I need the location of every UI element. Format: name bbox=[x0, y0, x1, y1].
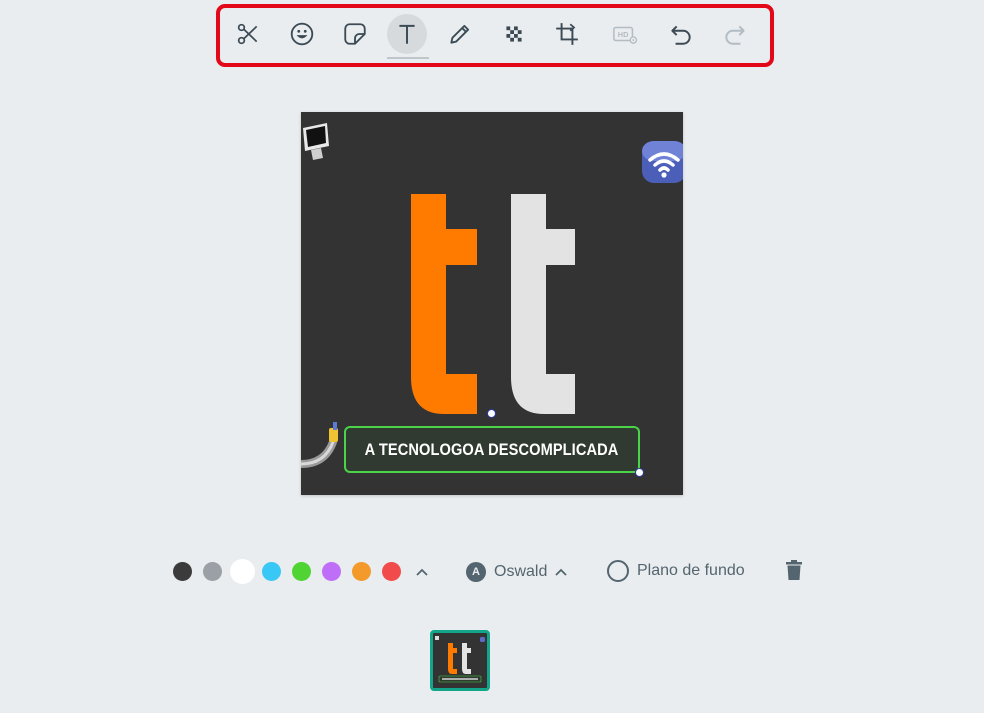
font-badge-icon: A bbox=[466, 562, 486, 582]
rotate-handle[interactable] bbox=[487, 409, 496, 418]
trash-icon[interactable] bbox=[784, 559, 804, 581]
color-swatch-blue[interactable] bbox=[262, 562, 281, 581]
toolbar-highlight-box bbox=[216, 4, 774, 67]
thumbnail-preview bbox=[435, 636, 485, 683]
wifi-sticker bbox=[642, 141, 683, 183]
color-swatch-white[interactable] bbox=[230, 559, 255, 584]
color-swatch-purple[interactable] bbox=[322, 562, 341, 581]
color-swatch-orange[interactable] bbox=[352, 562, 371, 581]
resize-handle[interactable] bbox=[635, 468, 644, 477]
chevron-up-icon[interactable] bbox=[414, 564, 430, 580]
chevron-up-icon bbox=[555, 568, 567, 576]
image-thumbnail[interactable] bbox=[430, 630, 490, 691]
color-swatch-green[interactable] bbox=[292, 562, 311, 581]
image-canvas[interactable]: A TECNOLOGOA DESCOMPLICADA bbox=[301, 112, 683, 495]
computer-sticker bbox=[303, 123, 329, 160]
satellite-antenna-sticker bbox=[301, 422, 338, 468]
font-selector[interactable]: A Oswald bbox=[466, 561, 569, 583]
text-overlay[interactable]: A TECNOLOGOA DESCOMPLICADA bbox=[344, 426, 640, 473]
color-swatch-dark-gray[interactable] bbox=[173, 562, 192, 581]
background-label: Plano de fundo bbox=[637, 562, 745, 579]
font-name: Oswald bbox=[494, 563, 548, 580]
background-toggle[interactable]: Plano de fundo bbox=[607, 560, 745, 582]
text-overlay-content[interactable]: A TECNOLOGOA DESCOMPLICADA bbox=[365, 440, 619, 460]
background-radio[interactable] bbox=[607, 560, 629, 582]
color-swatch-gray[interactable] bbox=[203, 562, 222, 581]
color-swatch-red[interactable] bbox=[382, 562, 401, 581]
